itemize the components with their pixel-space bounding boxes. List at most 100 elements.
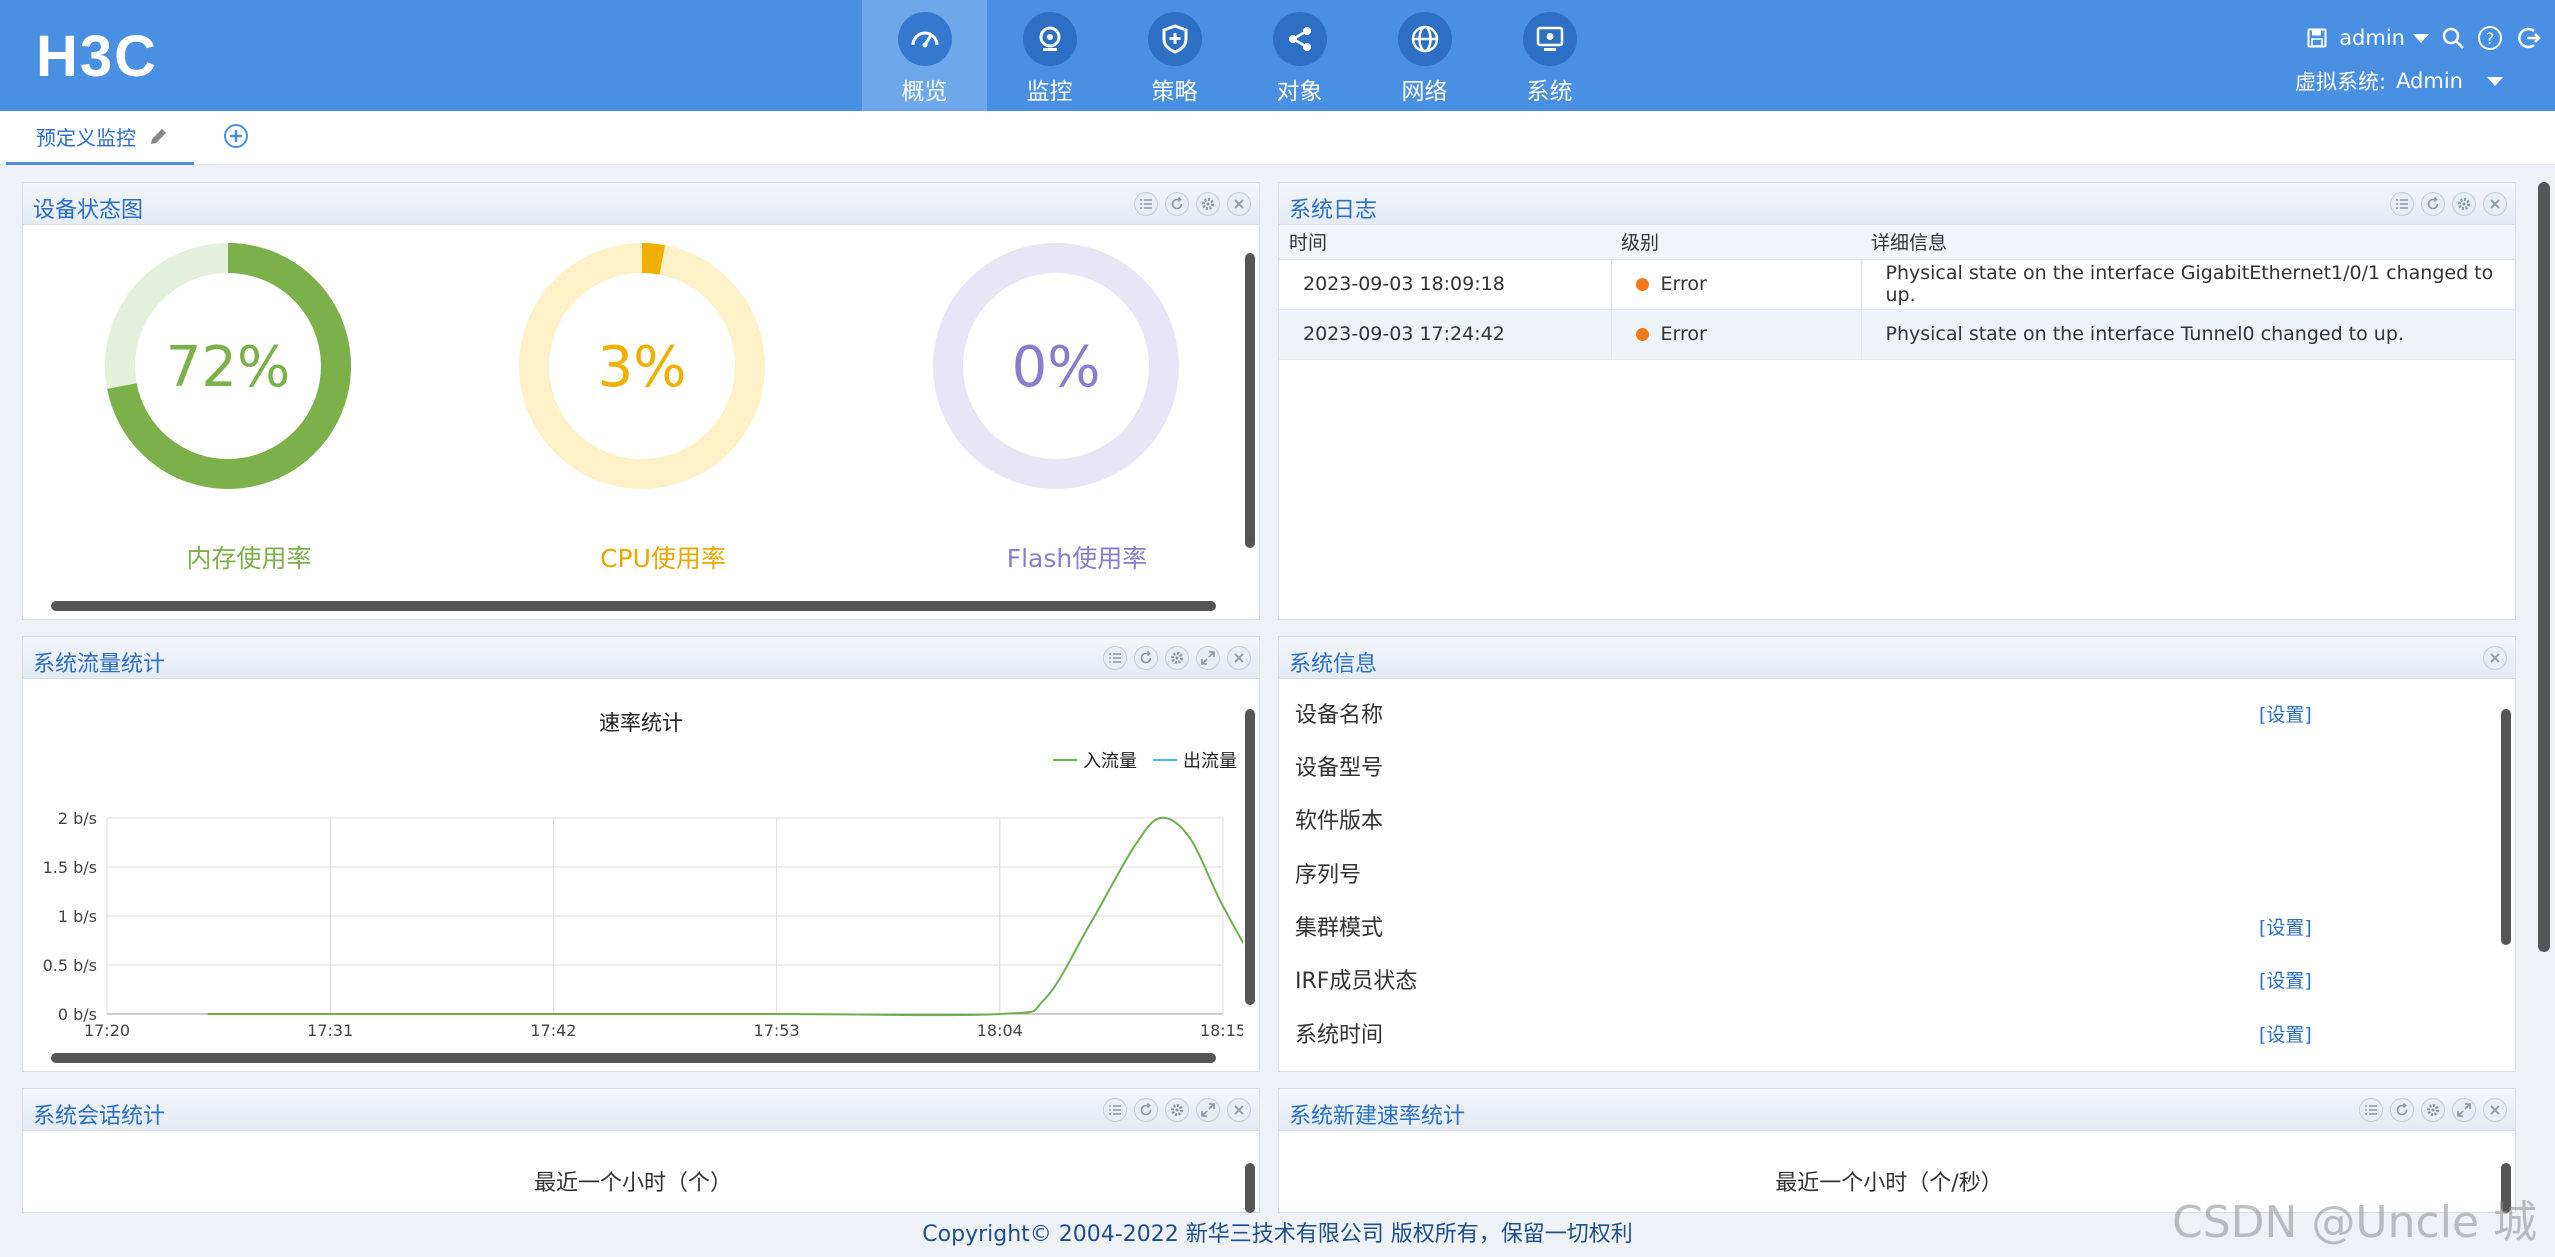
refresh-icon[interactable] (1165, 192, 1189, 216)
panel-title: 系统信息 (1289, 652, 1378, 677)
set-device-name-link[interactable]: [设置] (2259, 700, 2312, 727)
syslog-table: 时间 级别 详细信息 2023-09-03 18:09:18 Error Phy… (1279, 225, 2515, 360)
tab-predefined-monitor[interactable]: 预定义监控 (6, 111, 194, 165)
close-icon[interactable] (1227, 192, 1251, 216)
close-icon[interactable] (2483, 1098, 2507, 1122)
user-menu[interactable]: admin (2339, 26, 2429, 50)
vertical-scrollbar[interactable] (1245, 253, 1255, 548)
tab-bar: 预定义监控 (0, 111, 2555, 165)
x-tick-label: 18:15 (1200, 1021, 1243, 1040)
logout-icon[interactable] (2515, 25, 2541, 51)
panel-tools (1103, 646, 1251, 670)
vertical-scrollbar[interactable] (2501, 709, 2511, 945)
edit-icon[interactable] (148, 127, 168, 147)
close-icon[interactable] (2483, 646, 2507, 670)
panel-title: 系统日志 (1289, 198, 1378, 223)
set-time-link[interactable]: [设置] (2259, 1020, 2312, 1047)
gear-icon[interactable] (1196, 192, 1220, 216)
nav-label: 网络 (1401, 79, 1448, 105)
y-tick-label: 1 b/s (58, 907, 97, 926)
virtual-system-selector[interactable]: 虚拟系统: Admin (2295, 64, 2503, 98)
gear-icon[interactable] (1165, 646, 1189, 670)
panel-title: 系统流量统计 (33, 652, 166, 677)
refresh-icon[interactable] (2421, 192, 2445, 216)
panel-title: 设备状态图 (33, 198, 144, 223)
legend-item[interactable]: 入流量 (1083, 751, 1137, 772)
share-icon (1272, 12, 1327, 66)
refresh-icon[interactable] (1134, 1098, 1158, 1122)
info-label-time: 系统时间 (1295, 1023, 1384, 1048)
add-tab-icon[interactable] (223, 123, 249, 149)
panel-tools (2359, 1098, 2507, 1122)
vertical-scrollbar[interactable] (1245, 1163, 1255, 1213)
shield-icon (1147, 12, 1202, 66)
gear-icon[interactable] (1165, 1098, 1189, 1122)
close-icon[interactable] (1227, 1098, 1251, 1122)
nav-label: 概览 (901, 79, 948, 105)
gear-icon[interactable] (2421, 1098, 2445, 1122)
column-header-time[interactable]: 时间 (1279, 225, 1611, 260)
close-icon[interactable] (1227, 646, 1251, 670)
list-icon[interactable] (2359, 1098, 2383, 1122)
log-level-cell: Error (1610, 309, 1861, 360)
table-row[interactable]: 2023-09-03 17:24:42 Error Physical state… (1279, 309, 2515, 360)
gauge-value: 72% (166, 335, 290, 400)
horizontal-scrollbar[interactable] (51, 1053, 1216, 1063)
chart-title: 速率统计 (599, 711, 683, 735)
watermark: CSDN @Uncle 城 (2172, 1197, 2537, 1248)
search-icon[interactable] (2441, 26, 2465, 50)
legend-item[interactable]: 出流量 (1183, 751, 1237, 772)
gauge-label-flash: Flash使用率 (1006, 544, 1148, 573)
nav-object[interactable]: 对象 (1237, 0, 1362, 111)
nav-policy[interactable]: 策略 (1112, 0, 1237, 111)
dashboard-icon (897, 12, 952, 66)
save-icon[interactable] (2307, 28, 2327, 48)
vertical-scrollbar[interactable] (1245, 709, 1255, 1005)
expand-icon[interactable] (2452, 1098, 2476, 1122)
nav-system[interactable]: 系统 (1487, 0, 1612, 111)
h3c-logo[interactable]: H3C (36, 28, 221, 84)
list-icon[interactable] (1134, 192, 1158, 216)
log-time: 2023-09-03 18:09:18 (1279, 259, 1611, 310)
nav-label: 策略 (1151, 79, 1198, 105)
table-row[interactable]: 2023-09-03 18:09:18 Error Physical state… (1279, 259, 2515, 310)
log-time: 2023-09-03 17:24:42 (1279, 309, 1611, 360)
page-scrollbar[interactable] (2538, 182, 2550, 952)
list-icon[interactable] (1103, 646, 1127, 670)
info-label-cluster: 集群模式 (1295, 916, 1384, 941)
column-header-level[interactable]: 级别 (1611, 225, 1861, 260)
panel-header: 系统流量统计 (23, 637, 1259, 679)
panel-tools (2390, 192, 2507, 216)
sessions-panel: 系统会话统计 最近一个小时（个） (22, 1088, 1260, 1213)
list-icon[interactable] (1103, 1098, 1127, 1122)
column-header-detail[interactable]: 详细信息 (1861, 225, 2515, 260)
svg-text:H3C: H3C (36, 28, 158, 84)
panel-title: 系统新建速率统计 (1289, 1104, 1466, 1129)
close-icon[interactable] (2483, 192, 2507, 216)
device-status-panel: 设备状态图 72% 3% 0% 内存使用率 CPU使用率 Flash使用率 (22, 182, 1260, 620)
nav-overview[interactable]: 概览 (862, 0, 987, 111)
sysinfo-panel: 系统信息 设备名称 [设置] 设备型号 软件版本 序列号 集群模式 [设置] I… (1278, 636, 2516, 1072)
nav-monitor[interactable]: 监控 (987, 0, 1112, 111)
svg-text:?: ? (2486, 29, 2495, 48)
set-cluster-link[interactable]: [设置] (2259, 913, 2312, 940)
panel-tools (2483, 646, 2507, 670)
horizontal-scrollbar[interactable] (51, 601, 1216, 611)
gauge-label-memory: 内存使用率 (186, 544, 312, 573)
gear-icon[interactable] (2452, 192, 2476, 216)
log-detail: Physical state on the interface Tunnel0 … (1860, 309, 2515, 360)
refresh-icon[interactable] (1134, 646, 1158, 670)
set-irf-link[interactable]: [设置] (2259, 966, 2312, 993)
x-tick-label: 17:42 (530, 1021, 576, 1040)
header-right: admin ? 虚拟系统: Admin (2295, 22, 2541, 98)
help-icon[interactable]: ? (2477, 25, 2503, 51)
expand-icon[interactable] (1196, 1098, 1220, 1122)
x-tick-label: 17:20 (84, 1021, 130, 1040)
panel-header: 系统会话统计 (23, 1089, 1259, 1131)
panel-tools (1134, 192, 1251, 216)
list-icon[interactable] (2390, 192, 2414, 216)
refresh-icon[interactable] (2390, 1098, 2414, 1122)
nav-network[interactable]: 网络 (1362, 0, 1487, 111)
expand-icon[interactable] (1196, 646, 1220, 670)
panel-tools (1103, 1098, 1251, 1122)
